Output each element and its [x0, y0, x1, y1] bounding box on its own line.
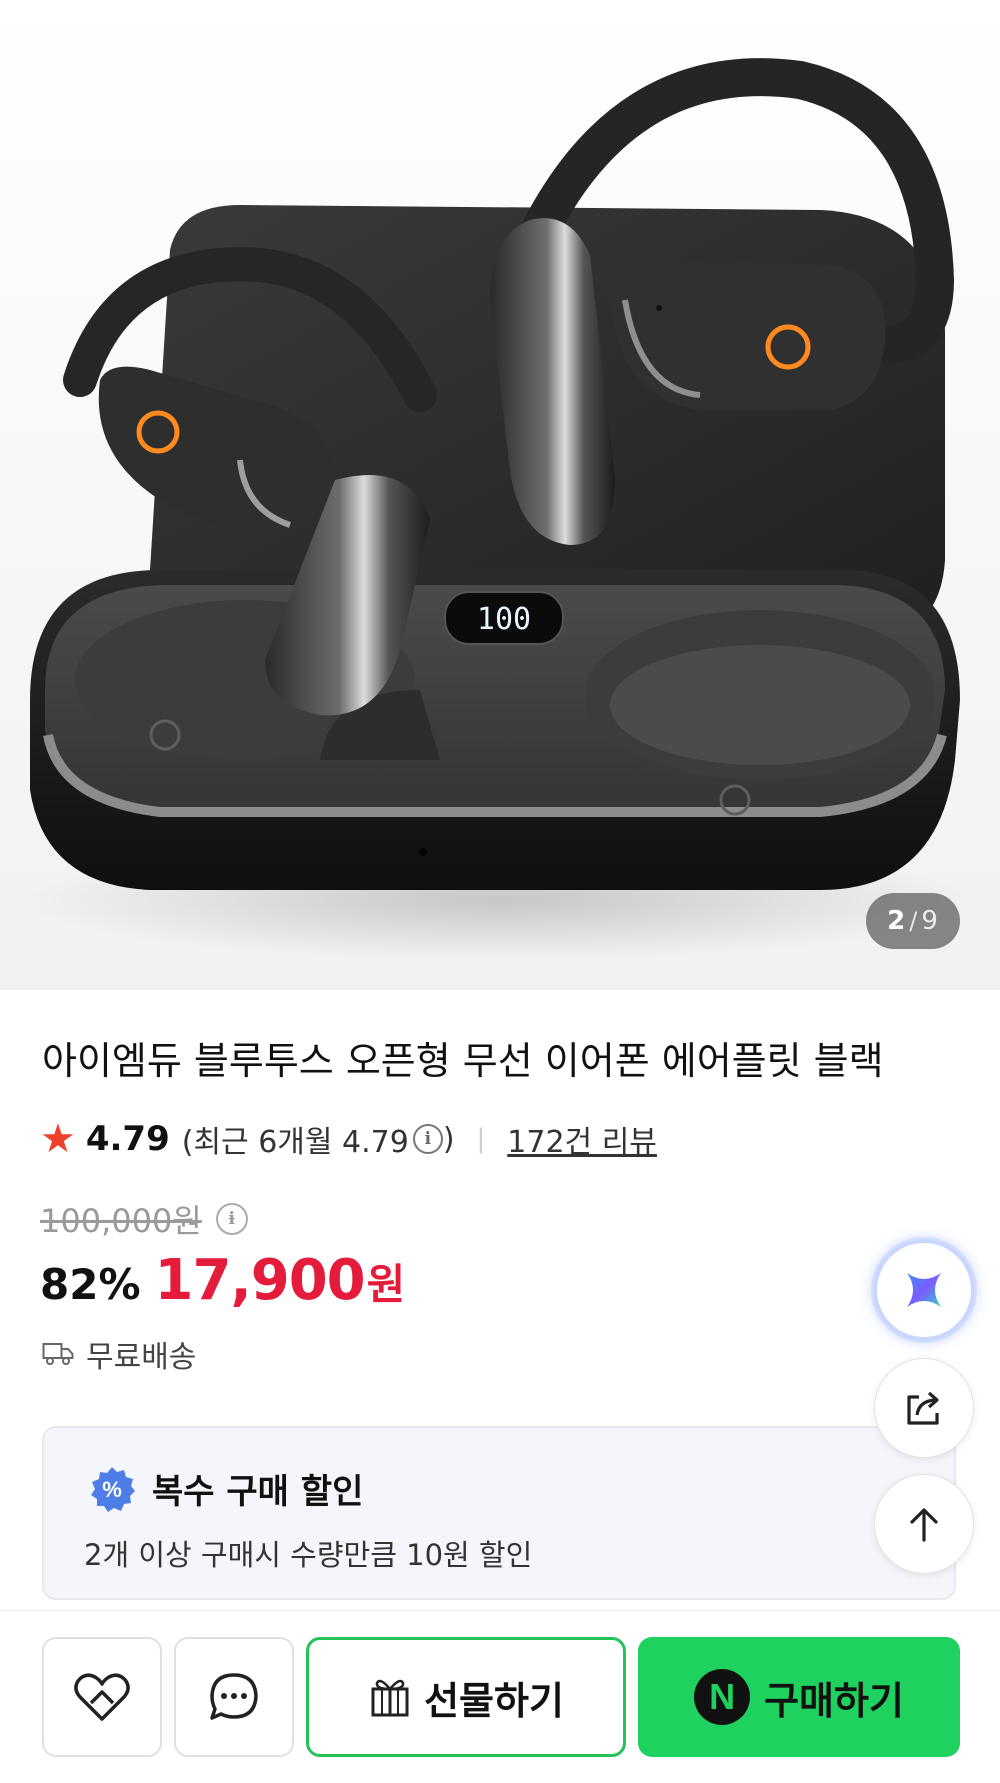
like-button[interactable]: [42, 1637, 162, 1757]
price-info-icon[interactable]: i: [215, 1203, 248, 1235]
star-icon: ★: [40, 1116, 76, 1162]
image-counter-separator: /: [909, 907, 919, 935]
earbuds-product-photo: 100: [20, 58, 980, 960]
npay-icon: N: [694, 1669, 751, 1725]
recent-rating-close: ): [442, 1121, 455, 1157]
buy-button[interactable]: N 구매하기: [638, 1637, 960, 1757]
discount-rate: 82%: [40, 1260, 141, 1309]
gift-button-label: 선물하기: [424, 1678, 564, 1723]
ai-assistant-icon: [907, 1273, 941, 1307]
price-row: 82% 17,900 원: [40, 1248, 405, 1313]
shipping-info: 무료배송: [42, 1332, 196, 1376]
share-button[interactable]: [874, 1358, 974, 1458]
original-price-row: 100,000원 i: [40, 1196, 248, 1242]
scroll-top-button[interactable]: [874, 1474, 974, 1574]
image-counter-current: 2: [887, 906, 907, 936]
currency-unit: 원: [366, 1260, 406, 1309]
product-image-gallery[interactable]: 100 2 / 9: [0, 0, 1000, 990]
chat-button[interactable]: [174, 1637, 294, 1757]
product-title: 아이엠듀 블루투스 오픈형 무선 이어폰 에어플릿 블랙: [42, 1039, 884, 1083]
gift-icon: [371, 1679, 409, 1717]
image-counter-total: 9: [921, 906, 939, 936]
bulk-discount-box: % 복수 구매 할인 2개 이상 구매시 수량만큼 10원 할인: [42, 1426, 956, 1600]
original-price: 100,000원: [40, 1202, 202, 1240]
bulk-discount-title-row: % 복수 구매 할인: [88, 1464, 363, 1513]
info-icon[interactable]: i: [412, 1124, 443, 1154]
discount-badge-icon: %: [91, 1466, 135, 1512]
arrow-up-icon: [910, 1508, 938, 1542]
image-counter: 2 / 9: [866, 893, 960, 949]
ai-assistant-button[interactable]: [874, 1240, 974, 1340]
bottom-action-bar: 선물하기 N 구매하기: [0, 1610, 1000, 1783]
led-readout: 100: [477, 602, 531, 637]
rating-score: 4.79: [85, 1119, 170, 1159]
gift-button[interactable]: 선물하기: [306, 1637, 626, 1757]
truck-icon: [42, 1343, 74, 1365]
share-icon: [907, 1391, 939, 1425]
recent-rating-label: (최근 6개월 4.79: [181, 1125, 409, 1160]
bulk-discount-title: 복수 구매 할인: [152, 1472, 364, 1512]
bulk-discount-description: 2개 이상 구매시 수량만큼 10원 할인: [84, 1538, 533, 1572]
rating-row: ★ 4.79 (최근 6개월 4.79 i ) | 172건 리뷰: [40, 1116, 657, 1162]
divider: |: [476, 1124, 486, 1154]
svg-text:%: %: [102, 1477, 122, 1502]
chat-icon: [210, 1673, 258, 1720]
heart-icon: [74, 1673, 130, 1721]
review-count-link[interactable]: 172건 리뷰: [507, 1117, 657, 1161]
sale-price: 17,900: [154, 1248, 366, 1313]
buy-button-label: 구매하기: [764, 1678, 904, 1723]
shipping-label: 무료배송: [86, 1340, 197, 1375]
